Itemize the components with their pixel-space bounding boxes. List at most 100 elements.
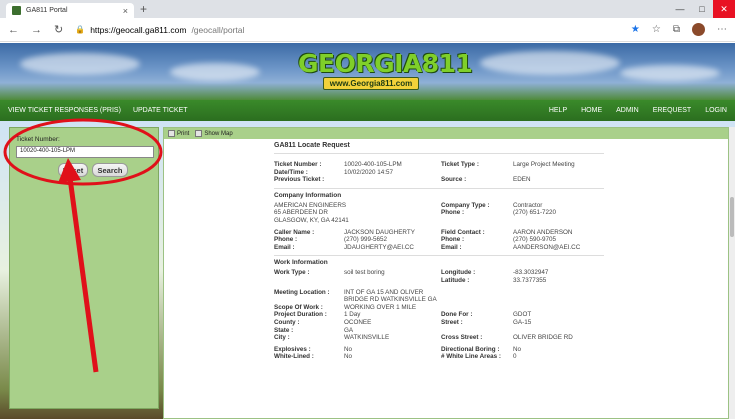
longitude-value: -83.3032947 — [513, 269, 549, 277]
field-label: Ticket Number : — [274, 161, 322, 168]
company-name: AMERICAN ENGINEERS — [274, 201, 347, 209]
close-window-icon[interactable]: ✕ — [713, 0, 735, 18]
ticket-number-label: Ticket Number: — [16, 136, 60, 143]
company-address: 65 ABERDEEN DR — [274, 209, 328, 217]
more-menu-icon[interactable]: ⋯ — [717, 24, 727, 35]
section-title: Work Information — [274, 259, 328, 267]
field-label: Caller Name : — [274, 228, 315, 236]
print-button[interactable]: Print — [168, 130, 189, 137]
favorites-icon[interactable]: ☆ — [652, 24, 661, 35]
new-tab-button[interactable]: + — [140, 2, 147, 16]
menu-help[interactable]: HELP — [549, 107, 567, 114]
field-contact-value: AARON ANDERSON — [513, 228, 573, 236]
url-path: /geocall/portal — [191, 24, 245, 35]
field-label: Longitude : — [441, 269, 476, 277]
source-value: EDEN — [513, 176, 531, 184]
search-button[interactable]: Search — [92, 163, 128, 177]
forward-arrow-icon[interactable]: → — [31, 24, 42, 36]
company-type-value: Contractor — [513, 201, 543, 209]
street-value: GA-15 — [513, 318, 532, 326]
georgia811-logo[interactable]: GEORGIA811 www.Georgia811.com — [298, 51, 473, 93]
field-label: Email : — [441, 243, 462, 251]
field-label: Field Contact : — [441, 228, 485, 236]
browser-nav-bar: ← → ↻ 🔒 https://geocall.ga811.com/geocal… — [0, 18, 735, 42]
city-value: WATKINSVILLE — [344, 334, 390, 342]
field-label: Done For : — [441, 311, 473, 319]
tab-title: GA811 Portal — [26, 7, 68, 14]
cross-street-value: OLIVER BRIDGE RD — [513, 334, 573, 342]
field-label: Street : — [441, 318, 463, 326]
tab-close-icon[interactable]: × — [123, 6, 128, 16]
state-value: GA — [344, 326, 354, 334]
lock-icon: 🔒 — [75, 25, 86, 34]
favicon-icon — [12, 6, 21, 15]
main-menu: VIEW TICKET RESPONSES (PRIS) UPDATE TICK… — [0, 100, 735, 121]
scrollbar-thumb[interactable] — [730, 197, 734, 237]
browser-tab[interactable]: GA811 Portal × — [6, 3, 134, 18]
company-city: GLASGOW, KY, GA 42141 — [274, 216, 349, 224]
meeting-location-value: INT OF GA 15 AND OLIVER — [344, 288, 424, 296]
detail-toolbar: Print Show Map — [164, 128, 728, 139]
field-email-value: AANDERSON@AEI.CC — [513, 243, 581, 251]
menu-update-ticket[interactable]: UPDATE TICKET — [133, 107, 188, 114]
field-label: City : — [274, 334, 290, 342]
field-label: Scope Of Work : — [274, 303, 323, 311]
map-icon — [195, 130, 203, 137]
explosives-value: No — [344, 345, 353, 353]
menu-admin[interactable]: ADMIN — [616, 107, 639, 114]
directional-boring-value: No — [513, 345, 522, 353]
browser-tab-bar: GA811 Portal × + — □ ✕ — [0, 0, 735, 18]
field-label: Source : — [441, 176, 467, 184]
menu-view-ticket-responses[interactable]: VIEW TICKET RESPONSES (PRIS) — [8, 107, 121, 114]
field-label: Ticket Type : — [441, 161, 479, 168]
minimize-icon[interactable]: — — [669, 0, 691, 18]
back-arrow-icon[interactable]: ← — [8, 24, 19, 36]
ticket-number-input[interactable]: 10020-400-105-LPM — [16, 146, 154, 158]
section-title: Company Information — [274, 191, 342, 199]
menu-login[interactable]: LOGIN — [705, 107, 727, 114]
field-label: Company Type : — [441, 201, 490, 209]
page-scrollbar[interactable] — [729, 127, 735, 419]
menu-erequest[interactable]: EREQUEST — [653, 107, 692, 114]
caller-name-value: JACKSON DAUGHERTY — [344, 228, 415, 236]
collections-icon[interactable]: ⧉ — [673, 24, 680, 35]
menu-home[interactable]: HOME — [581, 107, 602, 114]
white-lined-value: No — [344, 353, 353, 361]
field-label: Date/Time : — [274, 168, 308, 176]
datetime-value: 10/02/2020 14:57 — [344, 168, 394, 176]
field-label: Project Duration : — [274, 311, 327, 319]
field-label: County : — [274, 318, 300, 326]
locate-request-document: GA811 Locate Request Ticket Number : 100… — [274, 142, 604, 365]
url-domain: https://geocall.ga811.com — [90, 24, 187, 35]
site-banner: GEORGIA811 www.Georgia811.com — [0, 43, 735, 100]
window-controls: — □ ✕ — [669, 0, 735, 18]
done-for-value: GDOT — [513, 311, 532, 319]
reload-icon[interactable]: ↻ — [54, 23, 63, 36]
profile-avatar[interactable] — [692, 23, 705, 36]
field-label: State : — [274, 326, 294, 334]
ticket-search-panel: Ticket Number: 10020-400-105-LPM Reset S… — [9, 127, 159, 409]
bookmark-star-icon[interactable]: ★ — [631, 24, 640, 35]
field-label: Latitude : — [441, 276, 470, 284]
address-bar[interactable]: 🔒 https://geocall.ga811.com/geocall/port… — [75, 25, 244, 35]
previous-ticket-value — [344, 176, 441, 184]
county-value: OCONEE — [344, 318, 372, 326]
ticket-type-value: Large Project Meeting — [513, 161, 575, 168]
field-label: Email : — [274, 243, 295, 251]
browser-actions: ★ ☆ ⧉ ⋯ — [631, 23, 727, 36]
reset-button[interactable]: Reset — [58, 163, 88, 177]
field-label: Phone : — [441, 209, 465, 217]
field-label: Work Type : — [274, 269, 310, 277]
caller-phone-value: (270) 999-5652 — [344, 236, 388, 244]
caller-email-value: JDAUGHERTY@AEI.CC — [344, 243, 414, 251]
field-label: Meeting Location : — [274, 288, 330, 296]
ticket-detail-panel: Print Show Map GA811 Locate Request Tick… — [163, 127, 729, 419]
meeting-location-value-2: BRIDGE RD WATKINSVILLE GA — [344, 296, 437, 304]
show-map-button[interactable]: Show Map — [195, 130, 233, 137]
ticket-number-value: 10020-400-105-LPM — [344, 161, 402, 168]
field-label: White-Lined : — [274, 353, 314, 361]
logo-url: www.Georgia811.com — [322, 77, 420, 90]
printer-icon — [168, 130, 175, 137]
maximize-icon[interactable]: □ — [691, 0, 713, 18]
work-type-value: soil test boring — [344, 269, 385, 277]
